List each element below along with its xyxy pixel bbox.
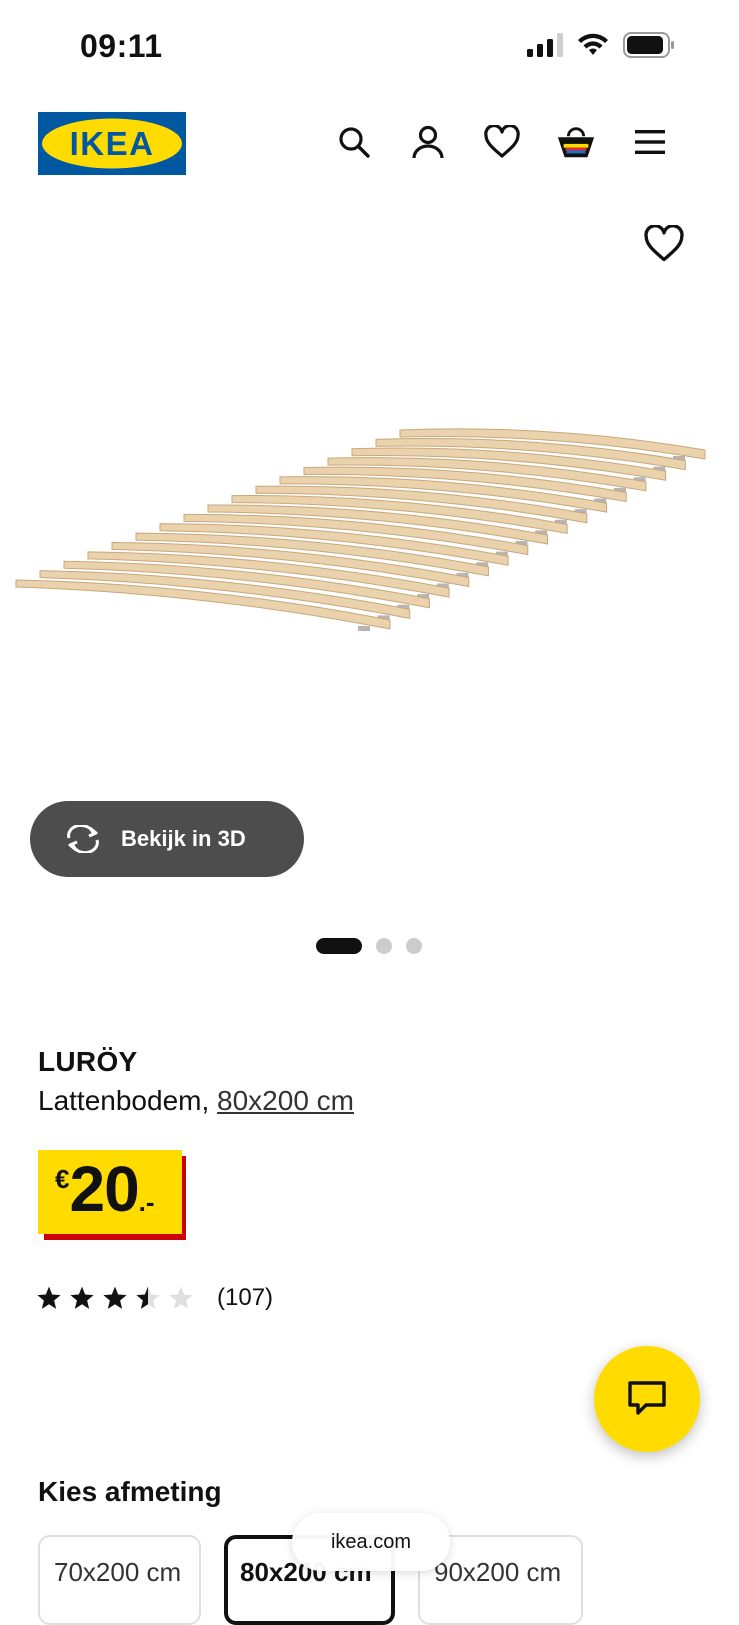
rotate-3d-icon (67, 825, 99, 853)
chat-button[interactable] (594, 1346, 700, 1452)
logo-text: IKEA (70, 125, 155, 162)
product-name: LURÖY (38, 1046, 138, 1077)
account-icon[interactable] (408, 122, 448, 162)
product-size-link[interactable]: 80x200 cm (217, 1085, 354, 1116)
slat-holder (358, 626, 370, 631)
size-option-70x200[interactable]: 70x200 cm (38, 1535, 201, 1625)
gallery-dot-active[interactable] (316, 938, 362, 954)
product-image-slatted-bed-base (15, 428, 706, 631)
price-currency: € (55, 1164, 70, 1194)
price-decimal: .- (138, 1187, 155, 1217)
product-type: Lattenbodem, (38, 1085, 210, 1116)
star-full-icon (103, 1286, 127, 1309)
menu-icon[interactable] (630, 122, 670, 162)
status-time: 09:11 (80, 28, 163, 64)
add-to-wishlist-heart-icon[interactable] (644, 224, 684, 265)
browser-url-bar[interactable]: ikea.com (292, 1513, 450, 1571)
star-half-icon (136, 1286, 160, 1309)
status-icons (527, 32, 675, 58)
rating-stars[interactable] (36, 1285, 194, 1311)
gallery-dot[interactable] (376, 938, 392, 954)
price-tag: €20.- (38, 1150, 182, 1234)
price-integer: 20 (69, 1153, 139, 1225)
product-description: Lattenbodem, 80x200 cm (38, 1085, 354, 1117)
review-count[interactable]: (107) (217, 1284, 273, 1312)
star-empty-icon (169, 1286, 193, 1309)
shopping-bag-icon[interactable] (556, 122, 596, 162)
search-icon[interactable] (334, 122, 374, 162)
view-in-3d-label: Bekijk in 3D (121, 826, 246, 851)
gallery-dot[interactable] (406, 938, 422, 954)
star-full-icon (37, 1286, 61, 1309)
ikea-logo[interactable]: IKEA (38, 112, 186, 175)
star-full-icon (70, 1286, 94, 1309)
cellular-signal-icon (527, 33, 563, 57)
wifi-icon (578, 33, 608, 55)
view-in-3d-button[interactable]: Bekijk in 3D (30, 801, 304, 877)
gallery-pagination (316, 938, 422, 954)
chat-bubble-icon (628, 1381, 666, 1415)
wishlist-heart-icon[interactable] (482, 122, 522, 162)
battery-icon (623, 32, 674, 58)
size-selector-heading: Kies afmeting (38, 1476, 222, 1507)
